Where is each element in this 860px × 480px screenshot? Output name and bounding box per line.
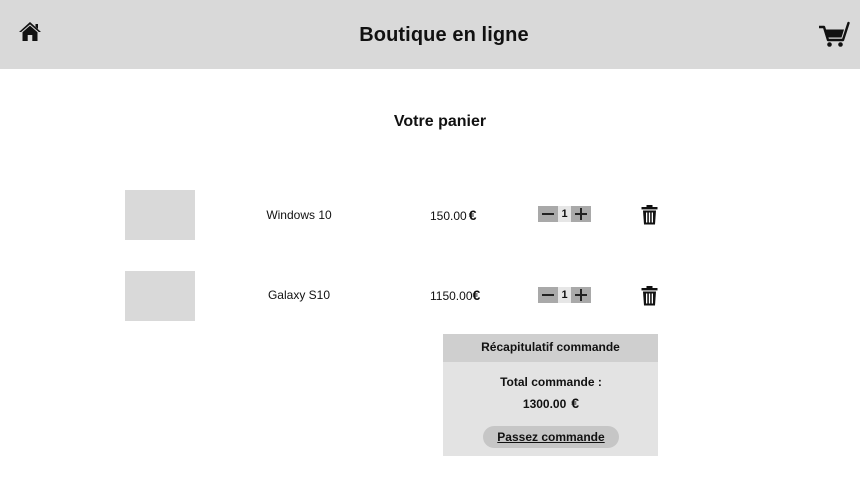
shopping-cart-icon bbox=[819, 21, 850, 47]
cart-item-row: Windows 10 150.00 € 1 bbox=[0, 190, 860, 242]
increase-quantity-button[interactable] bbox=[571, 206, 591, 222]
trash-icon bbox=[641, 205, 658, 225]
currency-symbol: € bbox=[571, 395, 580, 411]
increase-quantity-button[interactable] bbox=[571, 287, 591, 303]
price-value: 1150.00 bbox=[430, 289, 473, 303]
decrease-quantity-button[interactable] bbox=[538, 287, 558, 303]
quantity-value: 1 bbox=[558, 206, 571, 222]
order-total-label: Total commande : bbox=[500, 375, 602, 389]
cart-item-row: Galaxy S10 1150.00€ 1 bbox=[0, 271, 860, 323]
currency-symbol: € bbox=[468, 207, 477, 223]
site-header: Boutique en ligne bbox=[0, 0, 860, 69]
product-name: Windows 10 bbox=[266, 208, 332, 222]
product-name: Galaxy S10 bbox=[267, 288, 331, 302]
delete-item-button[interactable] bbox=[641, 286, 658, 306]
page-title: Votre panier bbox=[393, 113, 487, 130]
place-order-button[interactable]: Passez commande bbox=[483, 426, 619, 448]
price-value: 150.00 bbox=[430, 209, 467, 223]
product-price: 150.00 € bbox=[430, 207, 477, 223]
order-summary-panel: Récapitulatif commande Total commande : … bbox=[443, 334, 658, 456]
cart-button[interactable] bbox=[818, 21, 850, 49]
trash-icon bbox=[641, 286, 658, 306]
currency-symbol: € bbox=[472, 287, 481, 303]
decrease-quantity-button[interactable] bbox=[538, 206, 558, 222]
quantity-stepper: 1 bbox=[538, 206, 592, 222]
product-thumbnail bbox=[125, 271, 195, 321]
product-thumbnail bbox=[125, 190, 195, 240]
quantity-value: 1 bbox=[558, 287, 571, 303]
order-total: 1300.00 € bbox=[443, 395, 659, 411]
delete-item-button[interactable] bbox=[641, 205, 658, 225]
quantity-stepper: 1 bbox=[538, 287, 592, 303]
site-title: Boutique en ligne bbox=[359, 24, 529, 46]
order-total-value: 1300.00 bbox=[522, 397, 567, 411]
product-price: 1150.00€ bbox=[430, 287, 480, 303]
order-summary-header: Récapitulatif commande bbox=[443, 334, 658, 362]
